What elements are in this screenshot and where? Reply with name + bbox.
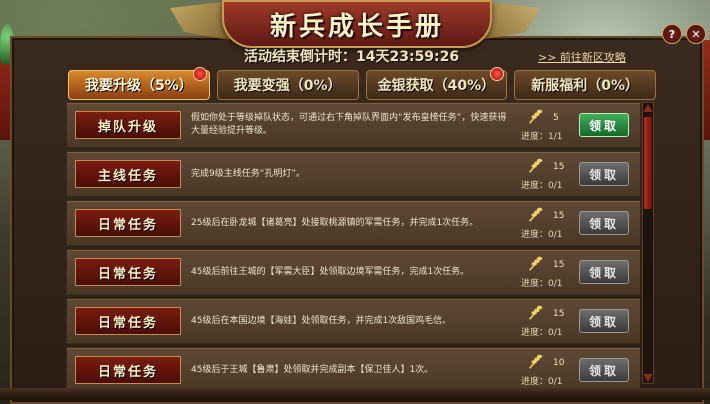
progress-label: 进度： bbox=[521, 230, 549, 240]
progress-label: 进度： bbox=[521, 328, 549, 338]
scroll-down-arrow-icon[interactable] bbox=[643, 374, 653, 382]
tab-label: 金银获取（40%） bbox=[377, 78, 496, 94]
reward-amount: 5 bbox=[553, 113, 559, 123]
claim-button[interactable]: 领取 bbox=[579, 162, 629, 186]
task-progress: 进度：0/1 bbox=[521, 178, 563, 191]
task-progress: 进度：0/1 bbox=[521, 374, 563, 387]
task-type-label: 日常任务 bbox=[75, 258, 181, 286]
reward-amount: 15 bbox=[553, 260, 565, 270]
scroll-up-arrow-icon[interactable] bbox=[643, 104, 653, 112]
task-row: 日常任务 45级后在本国边境【海娃】处领取任务，并完成1次敌国鸡毛信。 15 进… bbox=[66, 298, 640, 344]
progress-value: 0/1 bbox=[548, 377, 563, 387]
task-description: 完成9级主线任务“孔明灯”。 bbox=[191, 168, 306, 179]
task-type-label: 掉队升级 bbox=[75, 111, 181, 139]
tab-label: 新服福利（0%） bbox=[531, 78, 640, 94]
task-description: 假如你处于等级掉队状态，可通过右下角掉队界面内“发布皇榜任务”，快速获得大量经验… bbox=[191, 113, 507, 136]
task-description: 45级后于王城【鲁肃】处领取并完成副本【保卫佳人】1次。 bbox=[191, 364, 434, 375]
task-progress: 进度：0/1 bbox=[521, 325, 563, 338]
claim-button[interactable]: 领取 bbox=[579, 211, 629, 235]
reward-amount: 15 bbox=[553, 211, 565, 221]
wheat-reward-icon bbox=[529, 354, 543, 369]
task-description: 45级后前往王城的【军需大臣】处领取边境军需任务，完成1次任务。 bbox=[191, 266, 470, 277]
goto-new-server-guide-link[interactable]: >> 前往新区攻略 bbox=[538, 49, 626, 65]
wheat-reward-icon bbox=[529, 109, 543, 124]
countdown-row: 活动结束倒计时：14天23:59:26 >> 前往新区攻略 bbox=[0, 44, 710, 66]
task-row: 日常任务 45级后前往王城的【军需大臣】处领取边境军需任务，完成1次任务。 15… bbox=[66, 249, 640, 295]
task-row: 主线任务 完成9级主线任务“孔明灯”。 15 进度：0/1 领取 bbox=[66, 151, 640, 197]
progress-label: 进度： bbox=[521, 132, 549, 142]
task-progress: 进度：1/1 bbox=[521, 129, 563, 142]
progress-label: 进度： bbox=[521, 279, 549, 289]
claim-button[interactable]: 领取 bbox=[579, 113, 629, 137]
wheat-reward-icon bbox=[529, 256, 543, 271]
reward-amount: 10 bbox=[553, 358, 565, 368]
task-type-label: 日常任务 bbox=[75, 209, 181, 237]
event-countdown: 活动结束倒计时：14天23:59:26 bbox=[244, 49, 460, 65]
reward-amount: 15 bbox=[553, 309, 565, 319]
close-button[interactable]: ✕ bbox=[686, 24, 706, 44]
progress-label: 进度： bbox=[521, 181, 549, 191]
tab-level-up[interactable]: 我要升级（5%） bbox=[68, 67, 210, 100]
task-type-label: 主线任务 bbox=[75, 160, 181, 188]
tab-new-server-benefits[interactable]: 新服福利（0%） bbox=[514, 70, 656, 100]
progress-value: 0/1 bbox=[548, 181, 563, 191]
task-row: 掉队升级 假如你处于等级掉队状态，可通过右下角掉队界面内“发布皇榜任务”，快速获… bbox=[66, 102, 640, 148]
notification-dot-icon bbox=[490, 67, 505, 81]
progress-value: 0/1 bbox=[548, 279, 563, 289]
task-row: 日常任务 45级后于王城【鲁肃】处领取并完成副本【保卫佳人】1次。 10 进度：… bbox=[66, 347, 640, 393]
progress-value: 1/1 bbox=[548, 132, 563, 142]
help-button[interactable]: ? bbox=[662, 24, 682, 44]
task-description: 25级后在卧龙城【诸葛亮】处接取桃源镇的军需任务，并完成1次任务。 bbox=[191, 217, 479, 228]
window-controls: ? ✕ bbox=[662, 24, 706, 44]
tab-gold-silver[interactable]: 金银获取（40%） bbox=[365, 67, 508, 100]
task-description: 45级后在本国边境【海娃】处领取任务，并完成1次敌国鸡毛信。 bbox=[191, 315, 452, 326]
tab-label: 我要升级（5%） bbox=[84, 78, 193, 94]
task-list-scrollbar[interactable] bbox=[642, 102, 654, 384]
scroll-thumb[interactable] bbox=[644, 117, 652, 209]
task-type-label: 日常任务 bbox=[75, 307, 181, 335]
task-progress: 进度：0/1 bbox=[521, 227, 563, 240]
task-type-label: 日常任务 bbox=[75, 356, 181, 384]
wheat-reward-icon bbox=[529, 158, 543, 173]
progress-label: 进度： bbox=[521, 377, 549, 387]
progress-value: 0/1 bbox=[548, 230, 563, 240]
tab-get-stronger[interactable]: 我要变强（0%） bbox=[216, 70, 359, 100]
task-list: 掉队升级 假如你处于等级掉队状态，可通过右下角掉队界面内“发布皇榜任务”，快速获… bbox=[66, 102, 640, 394]
progress-value: 0/1 bbox=[548, 328, 563, 338]
wheat-reward-icon bbox=[529, 207, 543, 222]
bottom-skill-bar bbox=[0, 388, 710, 400]
title-banner: 新兵成长手册 bbox=[222, 0, 492, 48]
task-progress: 进度：0/1 bbox=[521, 276, 563, 289]
claim-button[interactable]: 领取 bbox=[579, 358, 629, 382]
tab-label: 我要变强（0%） bbox=[233, 78, 342, 94]
claim-button[interactable]: 领取 bbox=[579, 260, 629, 284]
page-title: 新兵成长手册 bbox=[269, 11, 444, 42]
task-row: 日常任务 25级后在卧龙城【诸葛亮】处接取桃源镇的军需任务，并完成1次任务。 1… bbox=[66, 200, 640, 246]
notification-dot-icon bbox=[192, 67, 207, 81]
reward-amount: 15 bbox=[553, 162, 565, 172]
wheat-reward-icon bbox=[529, 305, 543, 320]
claim-button[interactable]: 领取 bbox=[579, 309, 629, 333]
category-tabs: 我要升级（5%） 我要变强（0%） 金银获取（40%） 新服福利（0%） bbox=[68, 67, 656, 100]
